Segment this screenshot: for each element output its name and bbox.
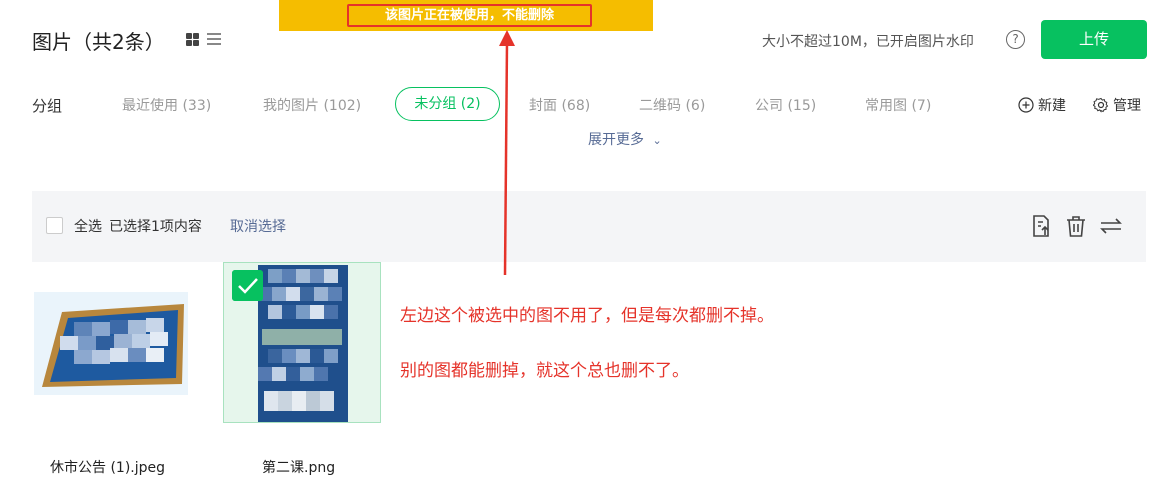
- tab-common[interactable]: 常用图 (7): [865, 95, 931, 115]
- tab-recent[interactable]: 最近使用 (33): [122, 95, 211, 115]
- help-icon[interactable]: ?: [1006, 30, 1025, 49]
- list-view-icon[interactable]: [207, 33, 221, 46]
- tab-company[interactable]: 公司 (15): [755, 95, 816, 115]
- image-thumbnail[interactable]: [34, 292, 188, 395]
- toast-message: 该图片正在被使用，不能删除: [347, 4, 592, 27]
- manage-label: 管理: [1113, 98, 1141, 114]
- image-name: 第二课.png: [262, 460, 336, 476]
- expand-more-label: 展开更多: [588, 132, 644, 148]
- trash-icon[interactable]: [1064, 214, 1088, 238]
- check-icon[interactable]: [232, 270, 263, 301]
- annotation-text: 别的图都能删掉，就这个总也删不了。: [400, 361, 689, 381]
- plus-circle-icon: [1018, 97, 1034, 113]
- swap-icon[interactable]: [1099, 214, 1123, 238]
- annotation-text: 左边这个被选中的图不用了，但是每次都删不掉。: [400, 306, 774, 326]
- tab-cover[interactable]: 封面 (68): [529, 95, 590, 115]
- tab-ungrouped[interactable]: 未分组 (2): [395, 87, 500, 121]
- upload-button[interactable]: 上传: [1041, 20, 1147, 59]
- grid-view-icon[interactable]: [186, 33, 199, 46]
- move-to-group-icon[interactable]: [1029, 214, 1053, 238]
- new-group-label: 新建: [1038, 98, 1066, 114]
- image-thumbnail[interactable]: [258, 265, 348, 422]
- select-all-label[interactable]: 全选: [74, 216, 102, 236]
- group-label: 分组: [32, 97, 63, 115]
- image-name: 休市公告 (1).jpeg: [50, 460, 166, 476]
- select-all-checkbox[interactable]: [46, 217, 63, 234]
- gear-icon: [1093, 97, 1109, 113]
- tab-qrcode[interactable]: 二维码 (6): [639, 95, 705, 115]
- tab-my-images[interactable]: 我的图片 (102): [263, 95, 361, 115]
- chevron-down-icon: ⌄: [652, 134, 662, 147]
- annotation-arrow-icon: [499, 30, 515, 276]
- selected-count: 已选择1项内容: [109, 219, 202, 235]
- cancel-selection-link[interactable]: 取消选择: [230, 216, 286, 236]
- upload-info-text: 大小不超过10M，已开启图片水印: [762, 34, 974, 50]
- manage-button[interactable]: 管理: [1093, 95, 1141, 115]
- new-group-button[interactable]: 新建: [1018, 95, 1066, 115]
- expand-more-link[interactable]: 展开更多 ⌄: [588, 129, 662, 149]
- page-title: 图片（共2条）: [32, 30, 165, 54]
